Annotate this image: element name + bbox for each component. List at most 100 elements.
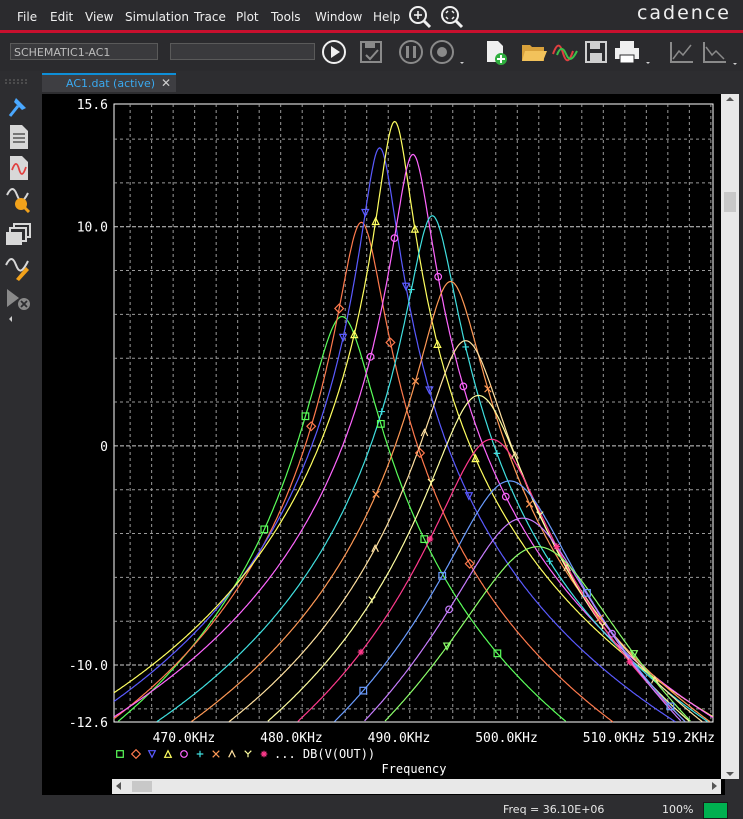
tab-close-icon[interactable]: ✕: [161, 76, 171, 90]
plus-marker: [462, 343, 469, 351]
print-icon[interactable]: [613, 38, 653, 66]
frequency-response-chart[interactable]: 15.6 10.0 0 -10.0 -12.6 470.0KHz 480.0KH…: [42, 94, 725, 795]
plus-marker: [546, 557, 553, 565]
menu-bar: File Edit View Simulation Trace Plot Too…: [0, 0, 743, 33]
x-tick-label: 510.0KHz: [583, 731, 646, 746]
plus-marker: [408, 286, 415, 293]
menu-trace[interactable]: Trace: [194, 10, 226, 24]
lambda-marker: [228, 749, 236, 758]
grip-icon: [5, 79, 27, 84]
y-tick-label: 15.6: [77, 98, 108, 113]
y-marker: [244, 750, 252, 758]
analog-digital-icon[interactable]: [4, 286, 34, 314]
scroll-up-arrow-icon[interactable]: [726, 97, 734, 101]
diamond-marker: [130, 748, 142, 760]
legend-label: ... DB(V(OUT)): [274, 747, 375, 761]
profile-select[interactable]: SCHEMATIC1-AC1: [10, 43, 158, 60]
markers-icon[interactable]: [4, 253, 34, 281]
x-tick-label: 519.2KHz: [652, 731, 715, 746]
plot-border: [113, 103, 714, 723]
brand-logo: cadence: [636, 2, 731, 24]
horizontal-scrollbar[interactable]: [112, 779, 721, 794]
x-tick-label: 490.0KHz: [368, 731, 431, 746]
menu-help[interactable]: Help: [373, 10, 400, 24]
series-markers: [260, 208, 675, 711]
multi-window-icon[interactable]: [4, 222, 34, 250]
x-tick-label: 500.0KHz: [475, 731, 538, 746]
menu-edit[interactable]: Edit: [50, 10, 73, 24]
plus-marker: [378, 408, 386, 415]
menu-file[interactable]: File: [17, 10, 37, 24]
x-marker: [484, 385, 492, 393]
menu-plot[interactable]: Plot: [236, 10, 259, 24]
x-tick-label: 480.0KHz: [260, 731, 323, 746]
run-icon[interactable]: [320, 38, 348, 66]
vertical-scroll-thumb[interactable]: [724, 192, 736, 212]
scroll-left-arrow-icon[interactable]: [116, 782, 121, 790]
grid: [113, 103, 714, 723]
probe-zoom-icon[interactable]: [4, 185, 34, 213]
scroll-down-arrow-icon[interactable]: [726, 772, 734, 776]
x-marker: [411, 377, 420, 385]
y-tick-label: 10.0: [77, 221, 108, 236]
y-tick-label: 0: [100, 440, 108, 455]
zoom-fit-icon[interactable]: [439, 4, 465, 30]
status-bar: Freq = 36.10E+06 100%: [0, 799, 743, 819]
menu-tools[interactable]: Tools: [271, 10, 301, 24]
cursor-peak-icon[interactable]: [668, 39, 696, 65]
asterisk-marker: [260, 750, 268, 758]
tab-label: AC1.dat (active): [66, 77, 156, 90]
series-line: [113, 221, 614, 723]
y-marker: [427, 478, 436, 486]
stop-icon[interactable]: [428, 38, 468, 66]
left-toolbar: [0, 92, 40, 798]
triangle-up-marker: [163, 749, 173, 758]
toolbar: SCHEMATIC1-AC1: [0, 33, 743, 71]
view-netlist-icon[interactable]: [4, 123, 34, 151]
series-curves: [113, 120, 714, 723]
scroll-right-arrow-icon[interactable]: [712, 782, 717, 790]
profile-secondary-field[interactable]: [170, 43, 315, 60]
toggle-cursor-icon[interactable]: [4, 92, 34, 120]
circle-marker: [180, 750, 188, 758]
cursor-trough-icon[interactable]: [701, 39, 741, 67]
waveform-icon[interactable]: [551, 39, 579, 65]
plot-window[interactable]: 15.6 10.0 0 -10.0 -12.6 470.0KHz 480.0KH…: [42, 94, 725, 795]
menu-window[interactable]: Window: [315, 10, 362, 24]
tab-ac1-dat[interactable]: AC1.dat (active) ✕: [42, 73, 176, 92]
square-marker: [116, 750, 124, 758]
x-axis-label: Frequency: [381, 762, 446, 776]
horizontal-scroll-thumb[interactable]: [132, 781, 152, 792]
tab-row: AC1.dat (active) ✕: [0, 71, 743, 92]
plus-marker: [493, 450, 501, 457]
view-waveform-icon[interactable]: [4, 154, 34, 182]
y-tick-label: -10.0: [69, 659, 108, 674]
zoom-in-icon[interactable]: [407, 4, 433, 30]
save-check-icon[interactable]: [358, 39, 384, 65]
legend: ... DB(V(OUT)): [116, 747, 375, 761]
open-folder-icon[interactable]: [520, 39, 548, 65]
menu-simulation[interactable]: Simulation: [125, 10, 189, 24]
horizontal-scrollbar-track: [116, 781, 717, 792]
pause-icon[interactable]: [397, 38, 425, 66]
y-axis: 15.6 10.0 0 -10.0 -12.6: [69, 98, 108, 731]
series-line: [113, 120, 714, 718]
vertical-scrollbar-track: [724, 97, 736, 776]
new-document-icon[interactable]: [482, 38, 510, 66]
status-indicator: [703, 802, 728, 819]
triangle-down-marker: [147, 750, 157, 759]
x-axis: 470.0KHz 480.0KHz 490.0KHz 500.0KHz 510.…: [153, 731, 715, 746]
series-line: [267, 394, 690, 722]
plus-marker: [196, 750, 204, 758]
expand-arrow-icon[interactable]: [4, 314, 34, 324]
save-icon[interactable]: [583, 39, 609, 65]
menu-view[interactable]: View: [85, 10, 113, 24]
x-marker: [525, 500, 534, 508]
x-tick-label: 470.0KHz: [153, 731, 216, 746]
x-marker: [212, 750, 220, 758]
zoom-level: 100%: [662, 803, 694, 816]
series-line: [191, 280, 711, 723]
y-tick-label: -12.6: [69, 716, 108, 731]
frequency-readout: Freq = 36.10E+06: [503, 803, 605, 816]
vertical-scrollbar[interactable]: [721, 94, 739, 779]
